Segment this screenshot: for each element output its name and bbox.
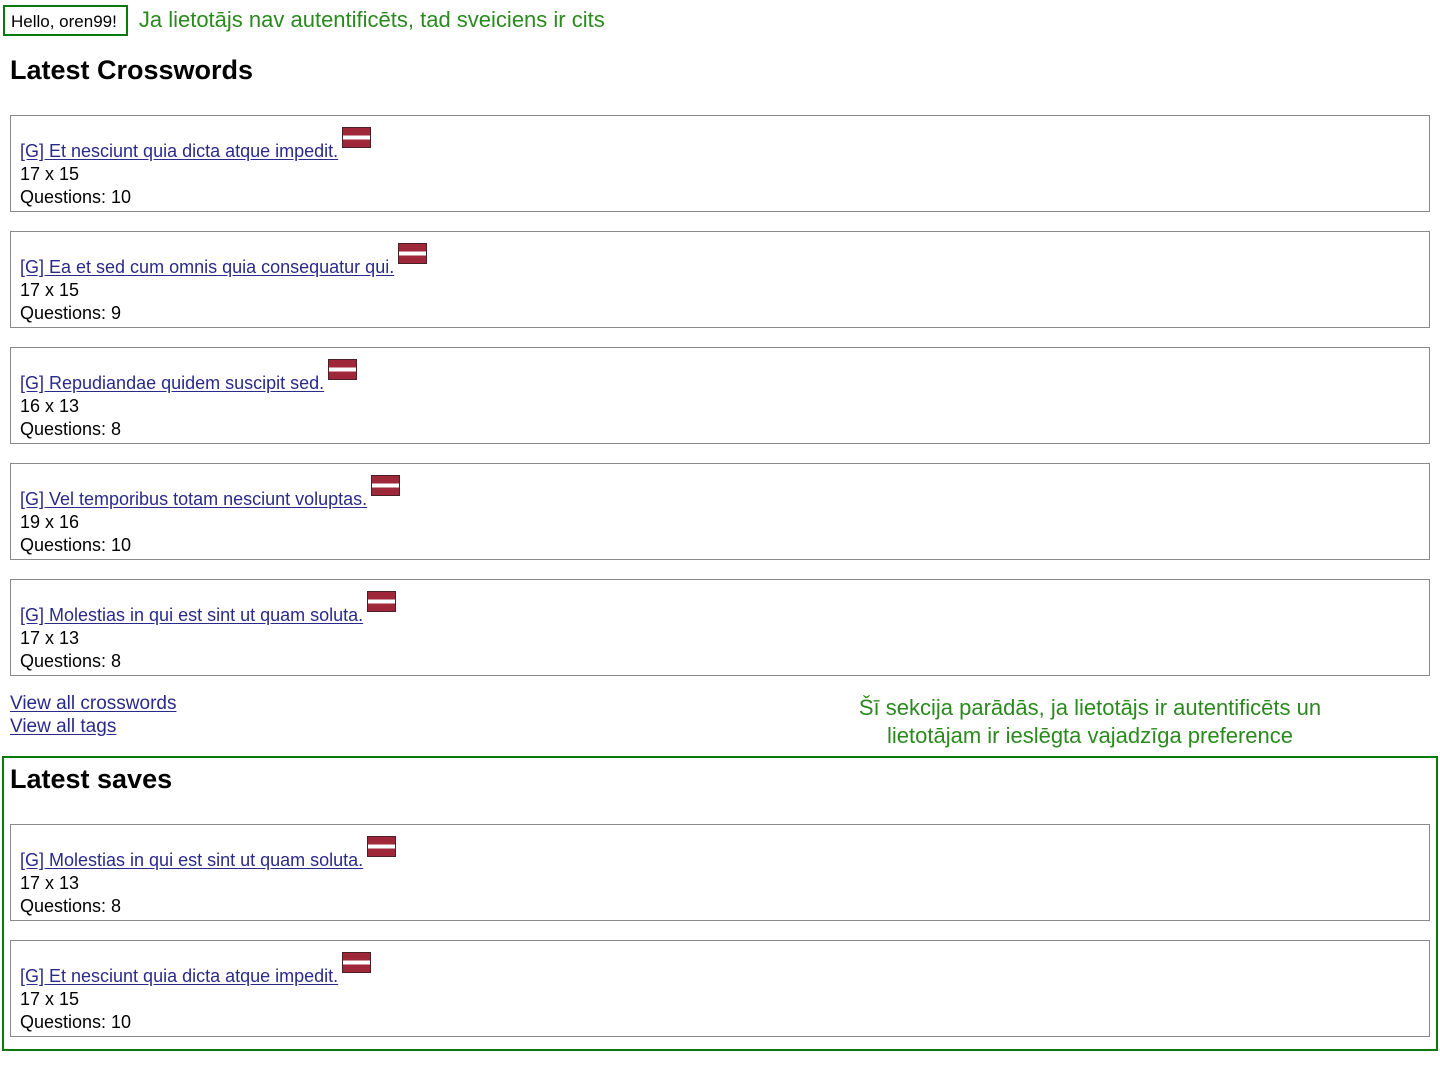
latest-crosswords-heading: Latest Crosswords xyxy=(10,55,254,85)
crossword-size: 17 x 13 xyxy=(20,873,80,893)
crossword-title-line: [G] Repudiandae quidem suscipit sed. xyxy=(20,359,1420,395)
crossword-title-line: [G] Vel temporibus totam nesciunt volupt… xyxy=(20,475,1420,511)
crossword-questions: Questions: 10 xyxy=(20,187,132,207)
saved-crossword-link[interactable]: [G] Et nesciunt quia dicta atque impedit… xyxy=(20,965,338,988)
greeting-row: Hello, oren99! Ja lietotājs nav autentif… xyxy=(3,3,605,38)
crossword-size: 17 x 13 xyxy=(20,628,80,648)
crossword-questions: Questions: 10 xyxy=(20,1012,132,1032)
crossword-size: 17 x 15 xyxy=(20,164,80,184)
greeting-annotation: Ja lietotājs nav autentificēts, tad svei… xyxy=(138,6,605,32)
latvia-flag-icon xyxy=(342,952,372,973)
crossword-questions: Questions: 8 xyxy=(20,419,122,439)
crossword-size: 17 x 15 xyxy=(20,280,80,300)
latvia-flag-icon xyxy=(342,127,372,148)
saves-annotation-line: lietotājam ir ieslēgta vajadzīga prefere… xyxy=(886,723,1293,748)
saved-crossword-card: [G] Et nesciunt quia dicta atque impedit… xyxy=(10,940,1430,1037)
view-all-tags-link[interactable]: View all tags xyxy=(10,715,176,738)
latvia-flag-icon xyxy=(371,475,401,496)
latvia-flag-icon xyxy=(398,243,428,264)
crossword-link[interactable]: [G] Vel temporibus totam nesciunt volupt… xyxy=(20,488,367,511)
crossword-link[interactable]: [G] Et nesciunt quia dicta atque impedit… xyxy=(20,140,338,163)
greeting-text: Hello, oren99! xyxy=(11,12,117,31)
crossword-card: [G] Molestias in qui est sint ut quam so… xyxy=(10,579,1430,676)
saved-crossword-link[interactable]: [G] Molestias in qui est sint ut quam so… xyxy=(20,849,363,872)
crossword-card: [G] Repudiandae quidem suscipit sed. 16 … xyxy=(10,347,1430,444)
crossword-title-line: [G] Ea et sed cum omnis quia consequatur… xyxy=(20,243,1420,279)
crossword-link[interactable]: [G] Repudiandae quidem suscipit sed. xyxy=(20,372,324,395)
crossword-title-line: [G] Molestias in qui est sint ut quam so… xyxy=(20,836,1420,872)
crossword-link[interactable]: [G] Ea et sed cum omnis quia consequatur… xyxy=(20,256,394,279)
latvia-flag-icon xyxy=(367,591,397,612)
saves-annotation: Šī sekcija parādās, ja lietotājs ir aute… xyxy=(790,694,1390,750)
crossword-link[interactable]: [G] Molestias in qui est sint ut quam so… xyxy=(20,604,363,627)
latvia-flag-icon xyxy=(328,359,358,380)
saves-annotation-line: Šī sekcija parādās, ja lietotājs ir aute… xyxy=(858,695,1322,720)
view-all-crosswords-link[interactable]: View all crosswords xyxy=(10,692,176,715)
crossword-card: [G] Ea et sed cum omnis quia consequatur… xyxy=(10,231,1430,328)
greeting-box: Hello, oren99! xyxy=(3,5,128,36)
crossword-size: 16 x 13 xyxy=(20,396,80,416)
crossword-size: 17 x 15 xyxy=(20,989,80,1009)
crossword-size: 19 x 16 xyxy=(20,512,80,532)
latest-saves-heading: Latest saves xyxy=(10,764,173,794)
crossword-questions: Questions: 10 xyxy=(20,535,132,555)
footer-links: View all crosswords View all tags xyxy=(10,692,176,738)
crossword-questions: Questions: 8 xyxy=(20,896,122,916)
crossword-card: [G] Et nesciunt quia dicta atque impedit… xyxy=(10,115,1430,212)
latvia-flag-icon xyxy=(367,836,397,857)
crossword-questions: Questions: 8 xyxy=(20,651,122,671)
crossword-questions: Questions: 9 xyxy=(20,303,122,323)
crossword-title-line: [G] Et nesciunt quia dicta atque impedit… xyxy=(20,952,1420,988)
crossword-card: [G] Vel temporibus totam nesciunt volupt… xyxy=(10,463,1430,560)
crossword-title-line: [G] Molestias in qui est sint ut quam so… xyxy=(20,591,1420,627)
saved-crossword-card: [G] Molestias in qui est sint ut quam so… xyxy=(10,824,1430,921)
crossword-title-line: [G] Et nesciunt quia dicta atque impedit… xyxy=(20,127,1420,163)
